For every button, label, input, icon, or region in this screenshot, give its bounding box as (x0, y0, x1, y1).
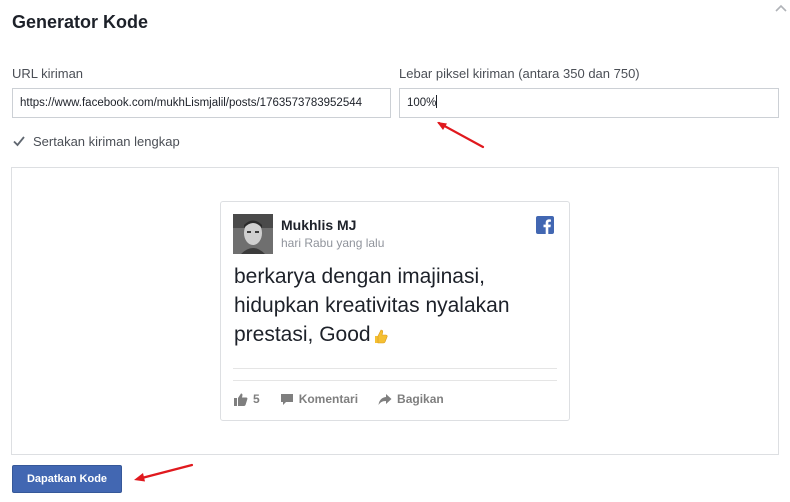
include-full-post-option[interactable]: Sertakan kiriman lengkap (12, 132, 180, 150)
comment-label: Komentari (298, 392, 359, 406)
include-full-post-label: Sertakan kiriman lengkap (33, 133, 180, 149)
post-timestamp[interactable]: hari Rabu yang lalu (281, 236, 384, 250)
like-action[interactable]: 5 (234, 392, 260, 406)
like-count: 5 (253, 392, 260, 406)
thumbs-up-emoji-icon (374, 329, 388, 344)
url-label: URL kiriman (12, 66, 84, 81)
like-icon (234, 393, 248, 406)
post-author[interactable]: Mukhlis MJ (281, 217, 356, 233)
width-label: Lebar piksel kiriman (antara 350 dan 750… (399, 66, 640, 81)
divider (233, 380, 557, 381)
comment-icon (280, 393, 293, 405)
url-input-value: https://www.facebook.com/mukhLismjalil/p… (20, 97, 363, 109)
embedded-post-card: Mukhlis MJ hari Rabu yang lalu berkarya … (220, 201, 570, 421)
width-input[interactable]: 100% (399, 88, 779, 118)
share-action[interactable]: Bagikan (378, 392, 444, 406)
page-title: Generator Kode (12, 12, 149, 32)
share-label: Bagikan (397, 392, 444, 406)
annotation-arrow-icon (437, 121, 485, 149)
include-full-post-checkbox[interactable] (12, 134, 26, 148)
text-caret (436, 95, 438, 108)
divider (233, 368, 557, 369)
chevron-up-icon[interactable] (774, 2, 788, 14)
facebook-icon[interactable] (536, 216, 554, 234)
comment-action[interactable]: Komentari (280, 392, 358, 406)
annotation-arrow-icon (134, 463, 194, 482)
url-input[interactable]: https://www.facebook.com/mukhLismjalil/p… (12, 88, 391, 118)
avatar[interactable] (233, 214, 273, 254)
post-actions: 5 Komentari Bagikan (234, 392, 464, 406)
width-input-value: 100% (407, 97, 437, 109)
post-message: berkarya dengan imajinasi, hidupkan krea… (234, 262, 564, 349)
get-code-button[interactable]: Dapatkan Kode (12, 465, 122, 493)
share-icon (378, 393, 392, 405)
